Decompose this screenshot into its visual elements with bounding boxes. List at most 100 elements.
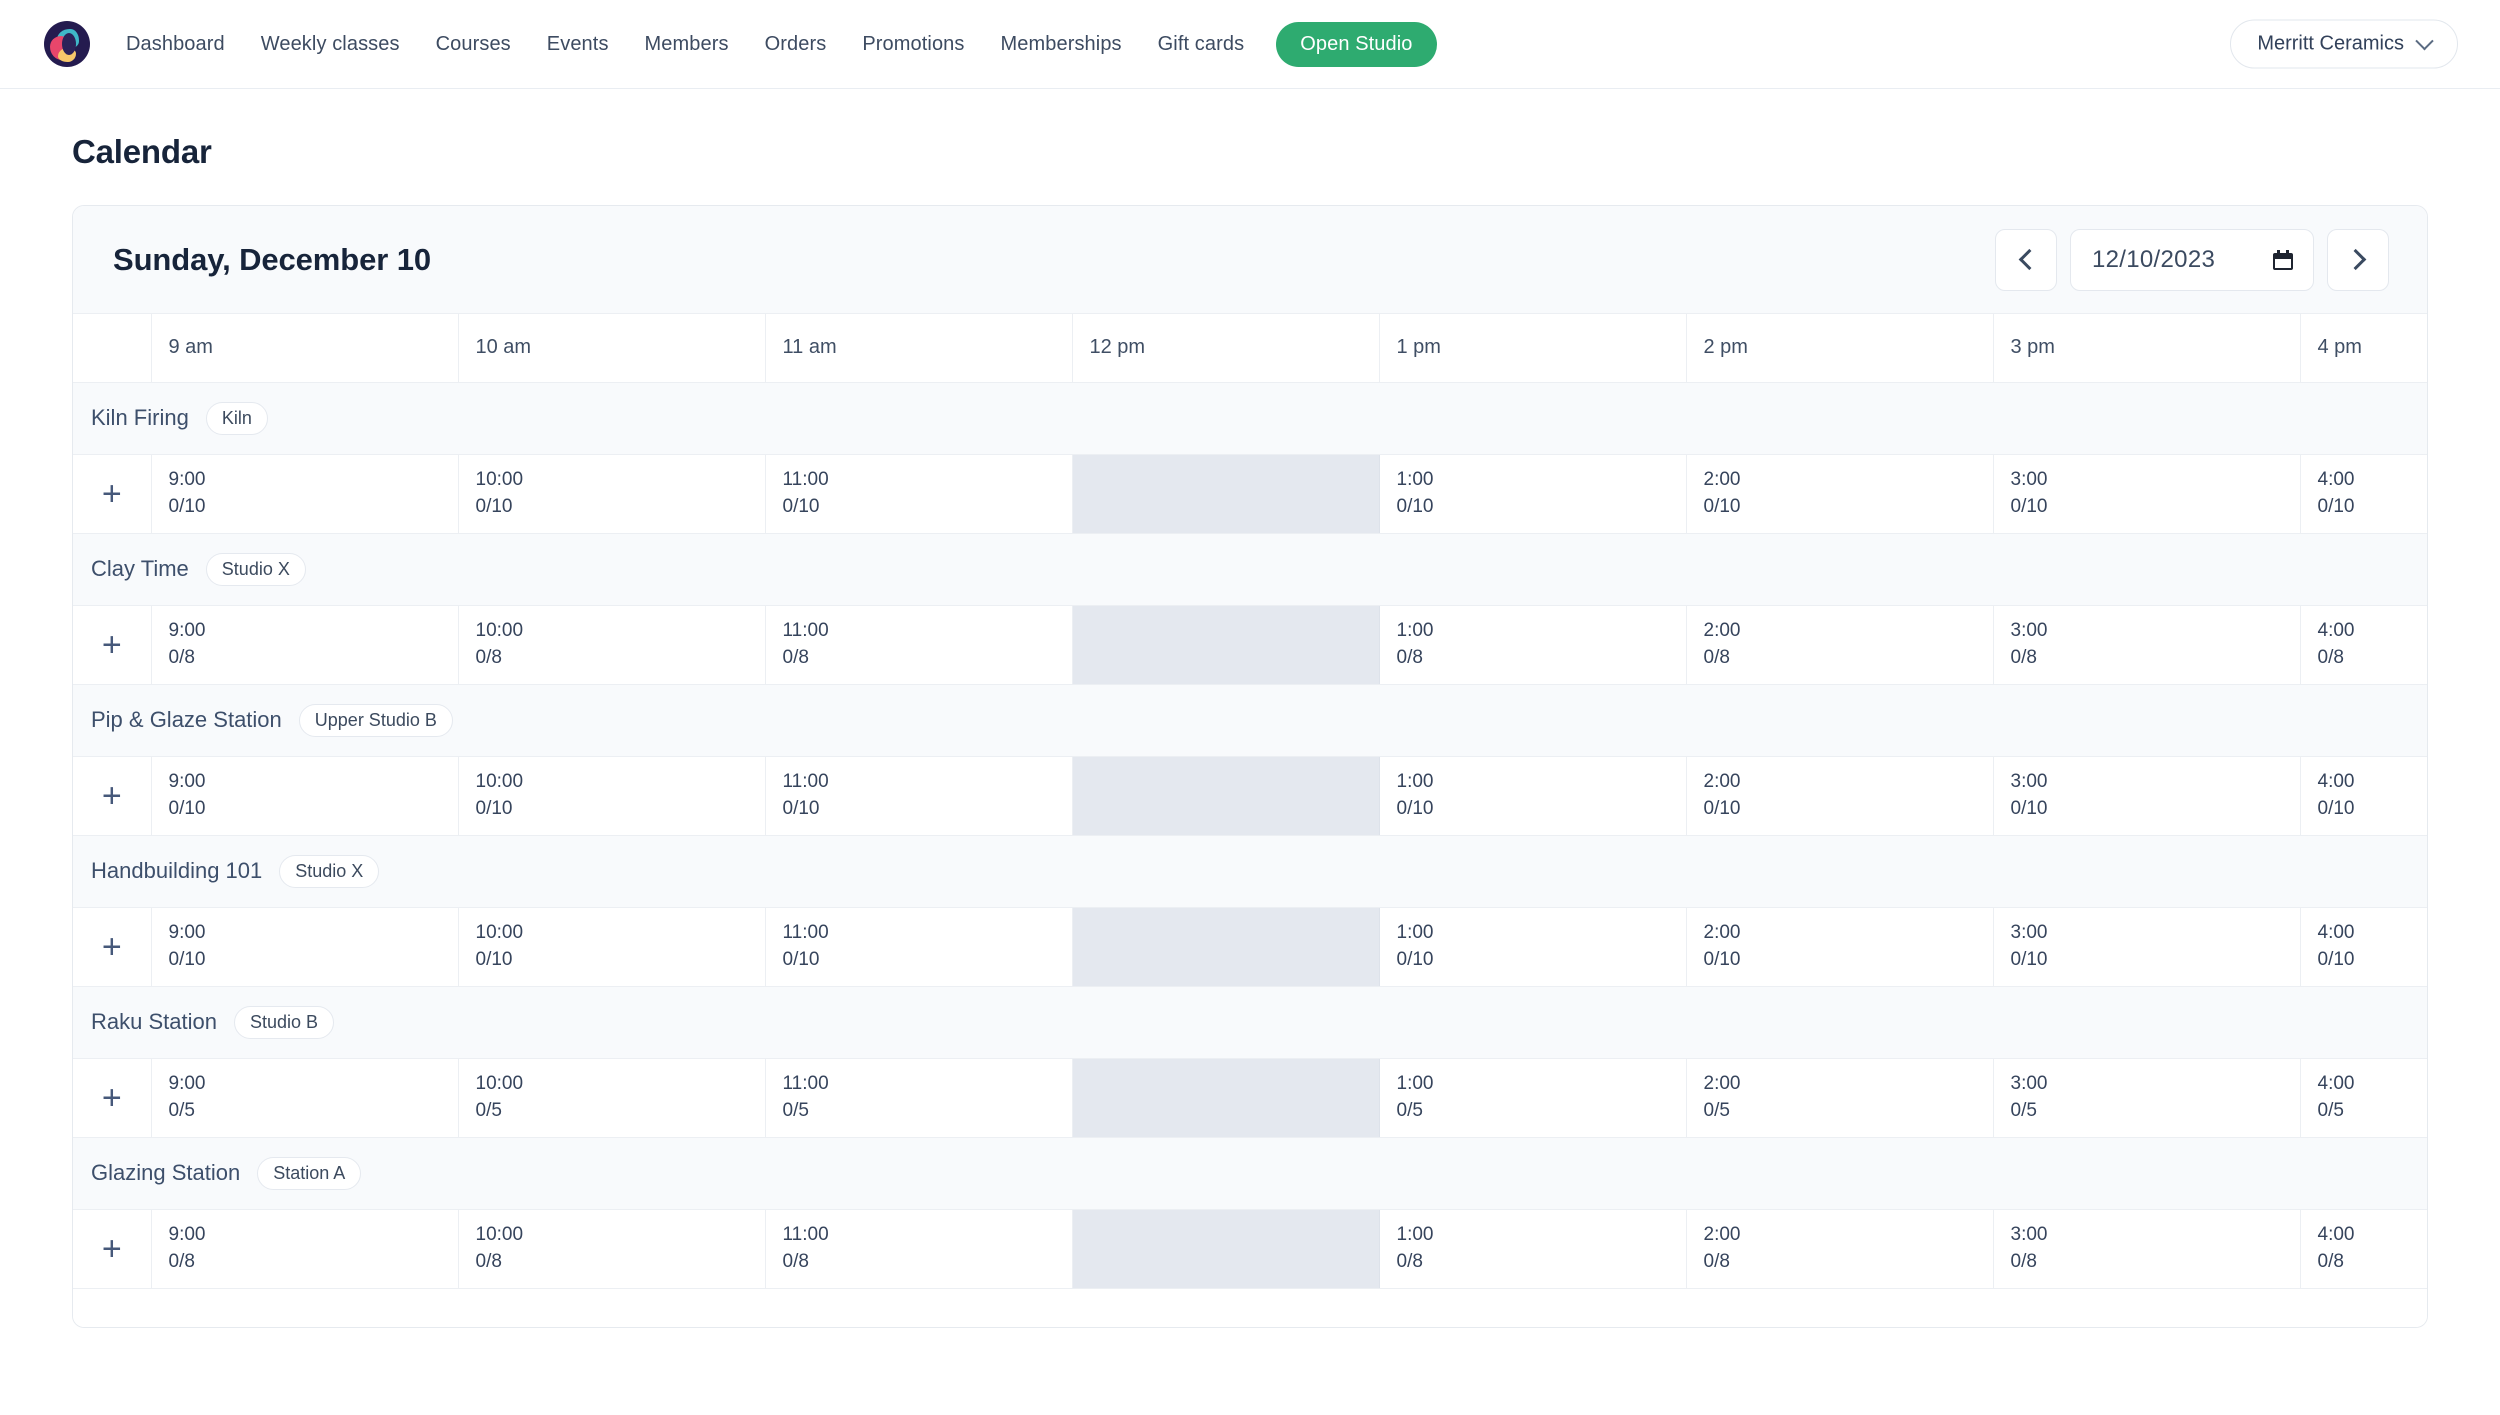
calendar-grid-header: 9 am10 am11 am12 pm1 pm2 pm3 pm4 pm: [73, 314, 2427, 382]
calendar-toolbar: Sunday, December 10 12/10/2023: [73, 206, 2427, 314]
slot-capacity-label: 0/5: [783, 1098, 1072, 1125]
slot-time-label: 9:00: [169, 618, 458, 645]
plus-icon: +: [102, 779, 122, 813]
session-slot-cell[interactable]: 10:000/10: [458, 454, 765, 533]
session-slot-cell[interactable]: 4:000/8: [2300, 1209, 2427, 1288]
session-slot-cell[interactable]: 3:000/10: [1993, 756, 2300, 835]
date-input[interactable]: 12/10/2023: [2070, 229, 2314, 291]
session-slot-cell[interactable]: 11:000/8: [765, 1209, 1072, 1288]
slot-capacity-label: 0/10: [1397, 947, 1686, 974]
session-slot-cell[interactable]: 1:000/10: [1379, 454, 1686, 533]
add-session-button[interactable]: +: [73, 1209, 151, 1288]
calendar-icon[interactable]: [2273, 250, 2293, 270]
session-slot-cell[interactable]: 4:000/8: [2300, 605, 2427, 684]
slot-time-label: 10:00: [476, 769, 765, 796]
nav-link-courses[interactable]: Courses: [418, 25, 529, 64]
session-slot-cell[interactable]: 10:000/10: [458, 907, 765, 986]
session-slot-cell[interactable]: 1:000/10: [1379, 907, 1686, 986]
slot-time-label: 4:00: [2318, 769, 2428, 796]
session-slot-cell[interactable]: 2:000/10: [1686, 454, 1993, 533]
resource-group-header-cell: Pip & Glaze StationUpper Studio B: [73, 684, 2427, 756]
nav-link-members[interactable]: Members: [627, 25, 747, 64]
session-slot-cell[interactable]: 3:000/10: [1993, 907, 2300, 986]
session-slot-cell[interactable]: 4:000/10: [2300, 454, 2427, 533]
slot-time-label: 4:00: [2318, 1222, 2428, 1249]
resource-group-name-link[interactable]: Glazing Station: [91, 1160, 240, 1186]
resource-group-name-link[interactable]: Kiln Firing: [91, 405, 189, 431]
nav-link-orders[interactable]: Orders: [747, 25, 845, 64]
resource-group-name-link[interactable]: Clay Time: [91, 556, 189, 582]
session-slot-cell[interactable]: 10:000/10: [458, 756, 765, 835]
session-slot-cell[interactable]: 11:000/10: [765, 756, 1072, 835]
session-slot-cell[interactable]: 4:000/5: [2300, 1058, 2427, 1137]
session-slot-cell[interactable]: 2:000/10: [1686, 756, 1993, 835]
chevron-down-icon: [2415, 32, 2433, 50]
session-slot-cell[interactable]: 10:000/8: [458, 1209, 765, 1288]
slot-capacity-label: 0/10: [169, 796, 458, 823]
time-header-cell: 9 am: [151, 314, 458, 382]
session-slot-cell[interactable]: 11:000/5: [765, 1058, 1072, 1137]
session-slot-cell[interactable]: 9:000/5: [151, 1058, 458, 1137]
session-slot-cell[interactable]: 9:000/8: [151, 605, 458, 684]
session-slot-cell[interactable]: 9:000/10: [151, 907, 458, 986]
session-slot-cell[interactable]: 2:000/8: [1686, 605, 1993, 684]
session-slot-cell[interactable]: 1:000/5: [1379, 1058, 1686, 1137]
resource-group-header-cell: Glazing StationStation A: [73, 1137, 2427, 1209]
resource-group-header-cell: Raku StationStudio B: [73, 986, 2427, 1058]
session-slot-cell[interactable]: 9:000/8: [151, 1209, 458, 1288]
session-slot-cell[interactable]: 10:000/8: [458, 605, 765, 684]
add-session-button[interactable]: +: [73, 605, 151, 684]
session-slot-cell[interactable]: 3:000/8: [1993, 605, 2300, 684]
calendar-grid-body: Kiln FiringKiln+9:000/1010:000/1011:000/…: [73, 382, 2427, 1288]
pottery-swirl-logo-icon[interactable]: [44, 21, 90, 67]
page-title: Calendar: [72, 133, 2500, 171]
nav-link-promotions[interactable]: Promotions: [844, 25, 982, 64]
session-slot-cell[interactable]: 1:000/8: [1379, 1209, 1686, 1288]
nav-link-events[interactable]: Events: [529, 25, 627, 64]
session-slot-cell[interactable]: 1:000/10: [1379, 756, 1686, 835]
next-day-button[interactable]: [2327, 229, 2389, 291]
session-slot-cell[interactable]: 2:000/5: [1686, 1058, 1993, 1137]
add-session-button[interactable]: +: [73, 1058, 151, 1137]
calendar-grid: 9 am10 am11 am12 pm1 pm2 pm3 pm4 pm Kiln…: [73, 314, 2427, 1289]
add-session-button[interactable]: +: [73, 907, 151, 986]
plus-icon: +: [102, 1232, 122, 1266]
add-session-button[interactable]: +: [73, 756, 151, 835]
nav-link-dashboard[interactable]: Dashboard: [108, 25, 243, 64]
resource-slot-row: +9:000/1010:000/1011:000/10 1:000/102:000…: [73, 907, 2427, 986]
session-slot-cell[interactable]: 9:000/10: [151, 454, 458, 533]
session-slot-cell[interactable]: 3:000/8: [1993, 1209, 2300, 1288]
session-slot-cell[interactable]: 3:000/10: [1993, 454, 2300, 533]
plus-icon: +: [102, 628, 122, 662]
session-slot-cell[interactable]: 11:000/10: [765, 907, 1072, 986]
session-slot-cell[interactable]: 10:000/5: [458, 1058, 765, 1137]
session-slot-cell[interactable]: 4:000/10: [2300, 756, 2427, 835]
slot-time-label: 10:00: [476, 1071, 765, 1098]
slot-time-label: 3:00: [2011, 467, 2300, 494]
slot-capacity-label: 0/5: [476, 1098, 765, 1125]
open-studio-button[interactable]: Open Studio: [1276, 22, 1436, 67]
resource-group-name-link[interactable]: Pip & Glaze Station: [91, 707, 282, 733]
session-slot-cell[interactable]: 1:000/8: [1379, 605, 1686, 684]
slot-time-label: 4:00: [2318, 618, 2428, 645]
session-slot-cell[interactable]: 11:000/8: [765, 605, 1072, 684]
calendar-grid-scroll-area[interactable]: 9 am10 am11 am12 pm1 pm2 pm3 pm4 pm Kiln…: [73, 314, 2427, 1289]
slot-capacity-label: 0/8: [169, 645, 458, 672]
nav-link-gift-cards[interactable]: Gift cards: [1140, 25, 1263, 64]
calendar-card: Sunday, December 10 12/10/2023: [72, 205, 2428, 1328]
previous-day-button[interactable]: [1995, 229, 2057, 291]
session-slot-cell[interactable]: 11:000/10: [765, 454, 1072, 533]
resource-group-name-link[interactable]: Handbuilding 101: [91, 858, 262, 884]
session-slot-cell[interactable]: 9:000/10: [151, 756, 458, 835]
slot-capacity-label: 0/8: [476, 645, 765, 672]
session-slot-cell[interactable]: 3:000/5: [1993, 1058, 2300, 1137]
resource-group-name-link[interactable]: Raku Station: [91, 1009, 217, 1035]
nav-link-memberships[interactable]: Memberships: [983, 25, 1140, 64]
nav-link-weekly-classes[interactable]: Weekly classes: [243, 25, 418, 64]
session-slot-cell[interactable]: 4:000/10: [2300, 907, 2427, 986]
add-session-button[interactable]: +: [73, 454, 151, 533]
session-slot-cell[interactable]: 2:000/8: [1686, 1209, 1993, 1288]
account-switcher-button[interactable]: Merritt Ceramics: [2230, 20, 2458, 69]
session-slot-cell[interactable]: 2:000/10: [1686, 907, 1993, 986]
slot-time-label: 9:00: [169, 1222, 458, 1249]
